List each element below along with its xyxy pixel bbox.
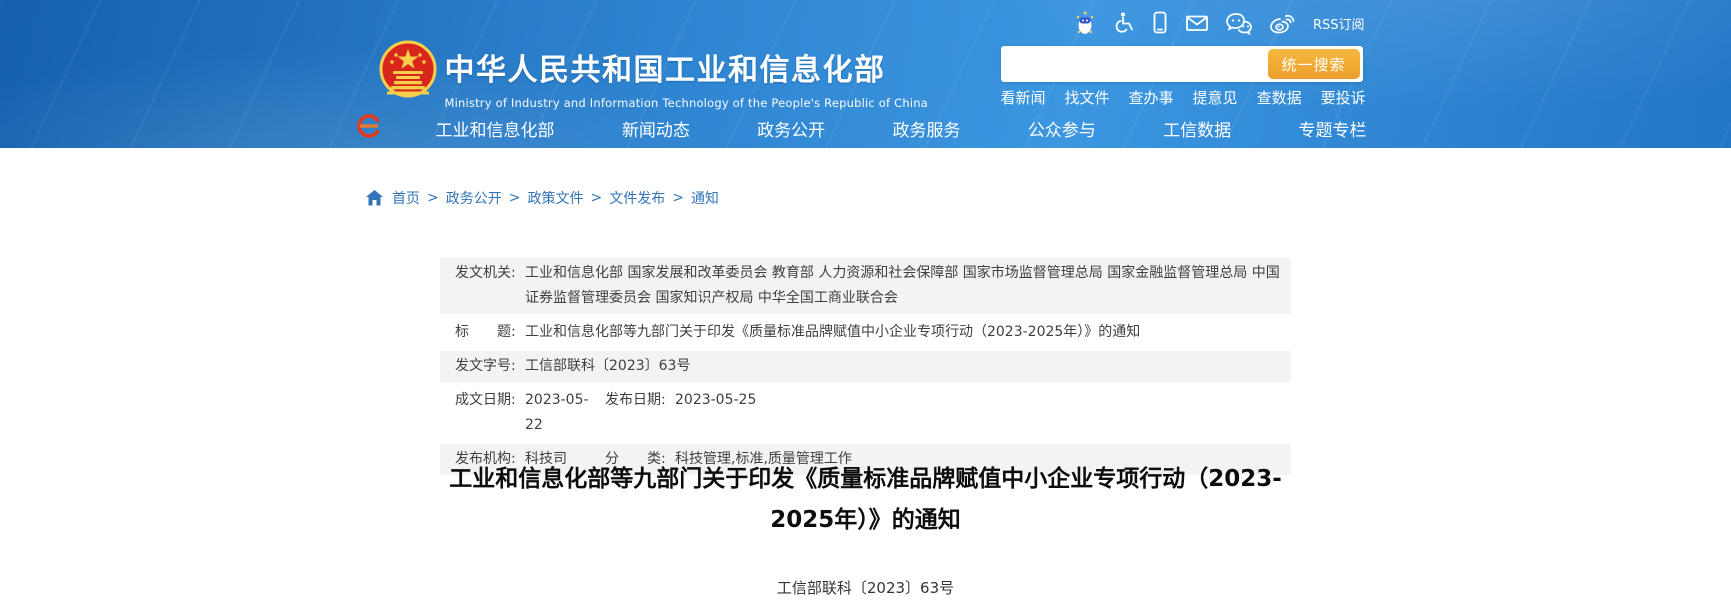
national-emblem-logo[interactable]: [379, 40, 437, 106]
meta-label: 标 题:: [455, 320, 525, 345]
breadcrumb-home[interactable]: 首页: [392, 188, 420, 208]
quick-link-files[interactable]: 找文件: [1065, 87, 1110, 108]
mascot-icon[interactable]: [1073, 10, 1097, 36]
wechat-icon[interactable]: [1225, 10, 1253, 36]
meta-row-doc-number: 发文字号: 工信部联科〔2023〕63号: [440, 351, 1291, 382]
nav-item-gov-services[interactable]: 政务服务: [892, 116, 960, 141]
accessibility-icon[interactable]: [1112, 10, 1136, 36]
meta-value: 工信部联科〔2023〕63号: [525, 354, 1281, 379]
breadcrumb-notice: 通知: [691, 188, 719, 208]
main-nav: 工业和信息化部 新闻动态 政务公开 政务服务 公众参与 工信数据 专题专栏: [361, 112, 1371, 144]
nav-item-miit[interactable]: 工业和信息化部: [436, 116, 555, 141]
nav-item-gov-info[interactable]: 政务公开: [757, 116, 825, 141]
home-icon: [366, 190, 383, 206]
unified-search-button[interactable]: 统一搜索: [1268, 49, 1360, 79]
quick-links: 看新闻 找文件 查办事 提意见 查数据 要投诉: [1001, 87, 1366, 108]
miit-e-logo-icon: [356, 112, 382, 144]
meta-label: 发文字号:: [455, 354, 525, 379]
quick-link-suggestions[interactable]: 提意见: [1193, 87, 1238, 108]
rss-label: RSS订阅: [1313, 14, 1365, 33]
meta-value: 工业和信息化部等九部门关于印发《质量标准品牌赋值中小企业专项行动（2023-20…: [525, 320, 1281, 345]
nav-item-special-topics[interactable]: 专题专栏: [1298, 116, 1366, 141]
meta-label: 成文日期:: [455, 388, 525, 413]
national-emblem-icon: [379, 40, 437, 102]
nav-item-participation[interactable]: 公众参与: [1028, 116, 1096, 141]
meta-row-title: 标 题: 工业和信息化部等九部门关于印发《质量标准品牌赋值中小企业专项行动（20…: [440, 317, 1291, 348]
breadcrumb-separator: >: [427, 190, 439, 206]
quick-link-complaints[interactable]: 要投诉: [1321, 87, 1366, 108]
breadcrumb-separator: >: [509, 190, 521, 206]
mail-icon[interactable]: [1184, 10, 1210, 36]
site-subtitle: Ministry of Industry and Information Tec…: [445, 96, 928, 110]
meta-value: 2023-05-25: [675, 388, 1281, 413]
meta-label: 发文机关:: [455, 261, 525, 286]
meta-row-dates: 成文日期: 2023-05-22 发布日期: 2023-05-25: [440, 385, 1291, 441]
breadcrumb-separator: >: [590, 190, 602, 206]
document-number: 工信部联科〔2023〕63号: [0, 577, 1731, 598]
meta-value: 工业和信息化部 国家发展和改革委员会 教育部 人力资源和社会保障部 国家市场监督…: [525, 261, 1281, 311]
meta-row-issuing-agency: 发文机关: 工业和信息化部 国家发展和改革委员会 教育部 人力资源和社会保障部 …: [440, 258, 1291, 314]
meta-value: 2023-05-22: [525, 388, 605, 438]
nav-item-miit-data[interactable]: 工信数据: [1163, 116, 1231, 141]
quick-link-news[interactable]: 看新闻: [1001, 87, 1046, 108]
weibo-icon[interactable]: [1268, 10, 1296, 36]
document-meta-table: 发文机关: 工业和信息化部 国家发展和改革委员会 教育部 人力资源和社会保障部 …: [440, 258, 1291, 478]
mobile-icon[interactable]: [1151, 10, 1169, 36]
site-title: 中华人民共和国工业和信息化部: [445, 45, 928, 89]
meta-label: 发布日期:: [605, 388, 675, 413]
breadcrumb-separator: >: [672, 190, 684, 206]
quick-link-data[interactable]: 查数据: [1257, 87, 1302, 108]
document-title: 工业和信息化部等九部门关于印发《质量标准品牌赋值中小企业专项行动（2023-20…: [436, 459, 1296, 541]
site-header: 中华人民共和国工业和信息化部 Ministry of Industry and …: [0, 0, 1731, 148]
search-bar: 统一搜索: [1001, 46, 1363, 82]
rss-subscribe-link[interactable]: RSS订阅: [1311, 14, 1365, 33]
search-input[interactable]: [1001, 46, 1281, 82]
breadcrumb-doc-release[interactable]: 文件发布: [609, 188, 665, 208]
topbar: RSS订阅: [1073, 9, 1365, 37]
nav-item-news[interactable]: 新闻动态: [622, 116, 690, 141]
breadcrumb-gov-info[interactable]: 政务公开: [446, 188, 502, 208]
breadcrumb-policy-docs[interactable]: 政策文件: [527, 188, 583, 208]
breadcrumb: 首页 > 政务公开 > 政策文件 > 文件发布 > 通知: [366, 188, 719, 208]
quick-link-services[interactable]: 查办事: [1129, 87, 1174, 108]
